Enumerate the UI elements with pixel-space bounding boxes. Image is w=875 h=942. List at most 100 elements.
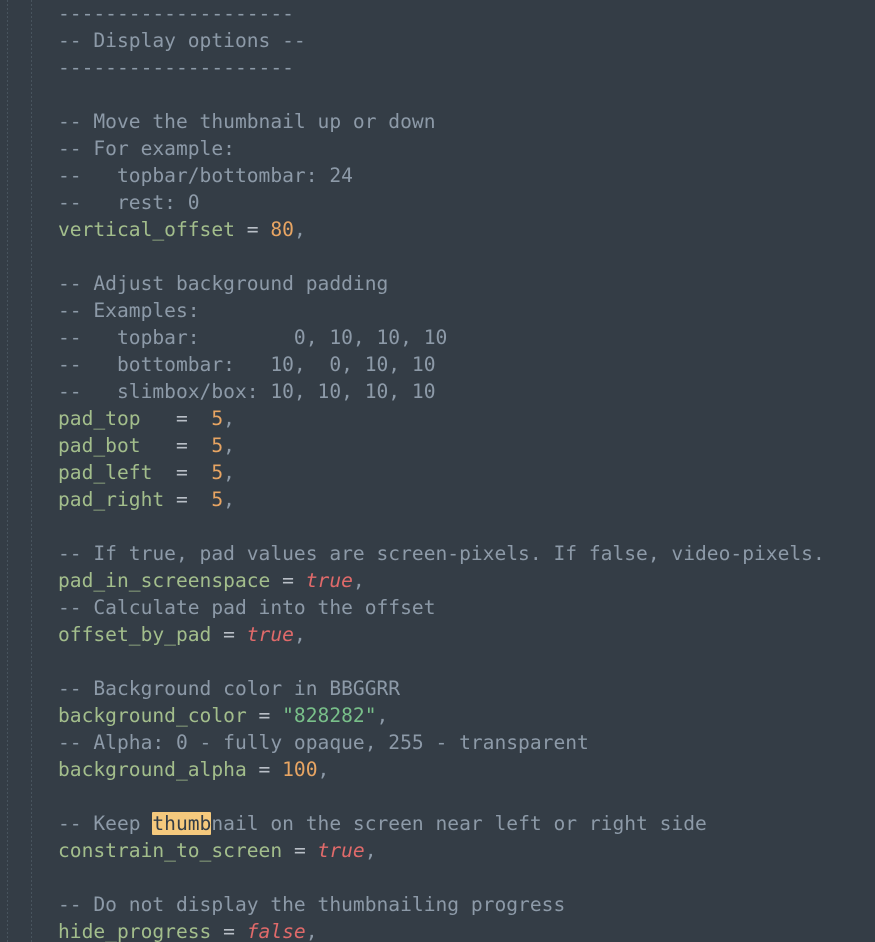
code-line[interactable] xyxy=(0,648,875,675)
code-line[interactable]: pad_in_screenspace = true, xyxy=(0,567,875,594)
code-token-comment: -- topbar: 0, 10, 10, 10 xyxy=(58,326,448,349)
search-match-highlight[interactable]: thumb xyxy=(152,812,212,835)
code-token-comment: -- Do not display the thumbnailing progr… xyxy=(58,893,566,916)
code-text-area[interactable]: -------------------- -- Display options -… xyxy=(0,0,875,942)
code-token-comment: -- Calculate pad into the offset xyxy=(58,596,436,619)
code-line[interactable] xyxy=(0,513,875,540)
code-token-comment: -- rest: 0 xyxy=(58,191,200,214)
code-token-op: = xyxy=(293,839,306,862)
code-token-ident: pad_top xyxy=(58,407,141,430)
code-token-op: = xyxy=(258,704,271,727)
code-token-bool: true xyxy=(246,623,294,646)
code-token-op: = xyxy=(175,461,188,484)
code-line[interactable]: -- Keep thumbnail on the screen near lef… xyxy=(0,810,875,837)
code-token-ident: offset_by_pad xyxy=(58,623,212,646)
code-token-op: = xyxy=(175,434,188,457)
code-token-comment: -- Background color in BBGGRR xyxy=(58,677,401,700)
code-token-number: 100 xyxy=(282,758,318,781)
editor-window[interactable]: -------------------- -- Display options -… xyxy=(0,0,875,942)
code-token-comment: -- For example: xyxy=(58,137,235,160)
code-line[interactable]: -- Examples: xyxy=(0,297,875,324)
code-token-punct: , xyxy=(293,623,306,646)
code-line[interactable]: -------------------- xyxy=(0,54,875,81)
code-line[interactable]: pad_left = 5, xyxy=(0,459,875,486)
code-line[interactable]: -- topbar: 0, 10, 10, 10 xyxy=(0,324,875,351)
code-line[interactable]: pad_right = 5, xyxy=(0,486,875,513)
code-token-ident: pad_in_screenspace xyxy=(58,569,271,592)
code-line[interactable] xyxy=(0,81,875,108)
code-token-ident: pad_bot xyxy=(58,434,141,457)
code-token-punct: , xyxy=(376,704,389,727)
code-line[interactable]: -------------------- xyxy=(0,0,875,27)
code-line[interactable] xyxy=(0,783,875,810)
code-token-punct: , xyxy=(223,434,235,457)
code-token-punct: , xyxy=(317,758,330,781)
code-token-bool: false xyxy=(246,920,306,942)
code-token-comment: -- topbar/bottombar: 24 xyxy=(58,164,353,187)
code-line[interactable]: -- Move the thumbnail up or down xyxy=(0,108,875,135)
code-token-op: = xyxy=(175,488,188,511)
code-line[interactable]: pad_bot = 5, xyxy=(0,432,875,459)
code-line[interactable]: -- rest: 0 xyxy=(0,189,875,216)
code-token-string: "828282" xyxy=(282,704,377,727)
code-line[interactable]: -- bottombar: 10, 0, 10, 10 xyxy=(0,351,875,378)
code-token-op: = xyxy=(223,920,235,942)
code-token-punct: , xyxy=(223,461,235,484)
code-line[interactable]: -- Do not display the thumbnailing progr… xyxy=(0,891,875,918)
code-token-number: 5 xyxy=(211,434,224,457)
code-line[interactable]: pad_top = 5, xyxy=(0,405,875,432)
code-token-ident: pad_left xyxy=(58,461,153,484)
code-line[interactable]: offset_by_pad = true, xyxy=(0,621,875,648)
code-token-comment: -------------------- xyxy=(58,2,294,25)
code-token-comment: nail on the screen near left or right si… xyxy=(211,812,707,835)
code-line[interactable]: -- Adjust background padding xyxy=(0,270,875,297)
code-token-punct: , xyxy=(223,407,235,430)
code-line[interactable] xyxy=(0,243,875,270)
code-token-bool: true xyxy=(305,569,353,592)
code-token-op: = xyxy=(223,623,235,646)
code-token-comment: -- bottombar: 10, 0, 10, 10 xyxy=(58,353,436,376)
code-line[interactable]: background_color = "828282", xyxy=(0,702,875,729)
code-line[interactable]: -- If true, pad values are screen-pixels… xyxy=(0,540,875,567)
code-token-comment: -- Keep xyxy=(58,812,153,835)
code-line[interactable]: background_alpha = 100, xyxy=(0,756,875,783)
code-line[interactable]: hide_progress = false, xyxy=(0,918,875,942)
code-line[interactable]: -- Alpha: 0 - fully opaque, 255 - transp… xyxy=(0,729,875,756)
code-token-op: = xyxy=(246,218,259,241)
code-line[interactable]: -- Calculate pad into the offset xyxy=(0,594,875,621)
code-token-bool: true xyxy=(317,839,365,862)
code-token-punct: , xyxy=(364,839,377,862)
code-token-ident: vertical_offset xyxy=(58,218,235,241)
code-line[interactable]: -- For example: xyxy=(0,135,875,162)
code-line[interactable]: constrain_to_screen = true, xyxy=(0,837,875,864)
code-token-punct: , xyxy=(305,920,318,942)
code-line[interactable]: -- Background color in BBGGRR xyxy=(0,675,875,702)
code-line[interactable]: -- Display options -- xyxy=(0,27,875,54)
code-token-number: 5 xyxy=(211,407,224,430)
code-token-punct: , xyxy=(223,488,235,511)
code-token-comment: -- slimbox/box: 10, 10, 10, 10 xyxy=(58,380,436,403)
code-line[interactable]: -- slimbox/box: 10, 10, 10, 10 xyxy=(0,378,875,405)
code-token-comment: -- Move the thumbnail up or down xyxy=(58,110,436,133)
code-line[interactable]: vertical_offset = 80, xyxy=(0,216,875,243)
code-line[interactable] xyxy=(0,864,875,891)
code-line[interactable]: -- topbar/bottombar: 24 xyxy=(0,162,875,189)
code-token-op: = xyxy=(258,758,271,781)
